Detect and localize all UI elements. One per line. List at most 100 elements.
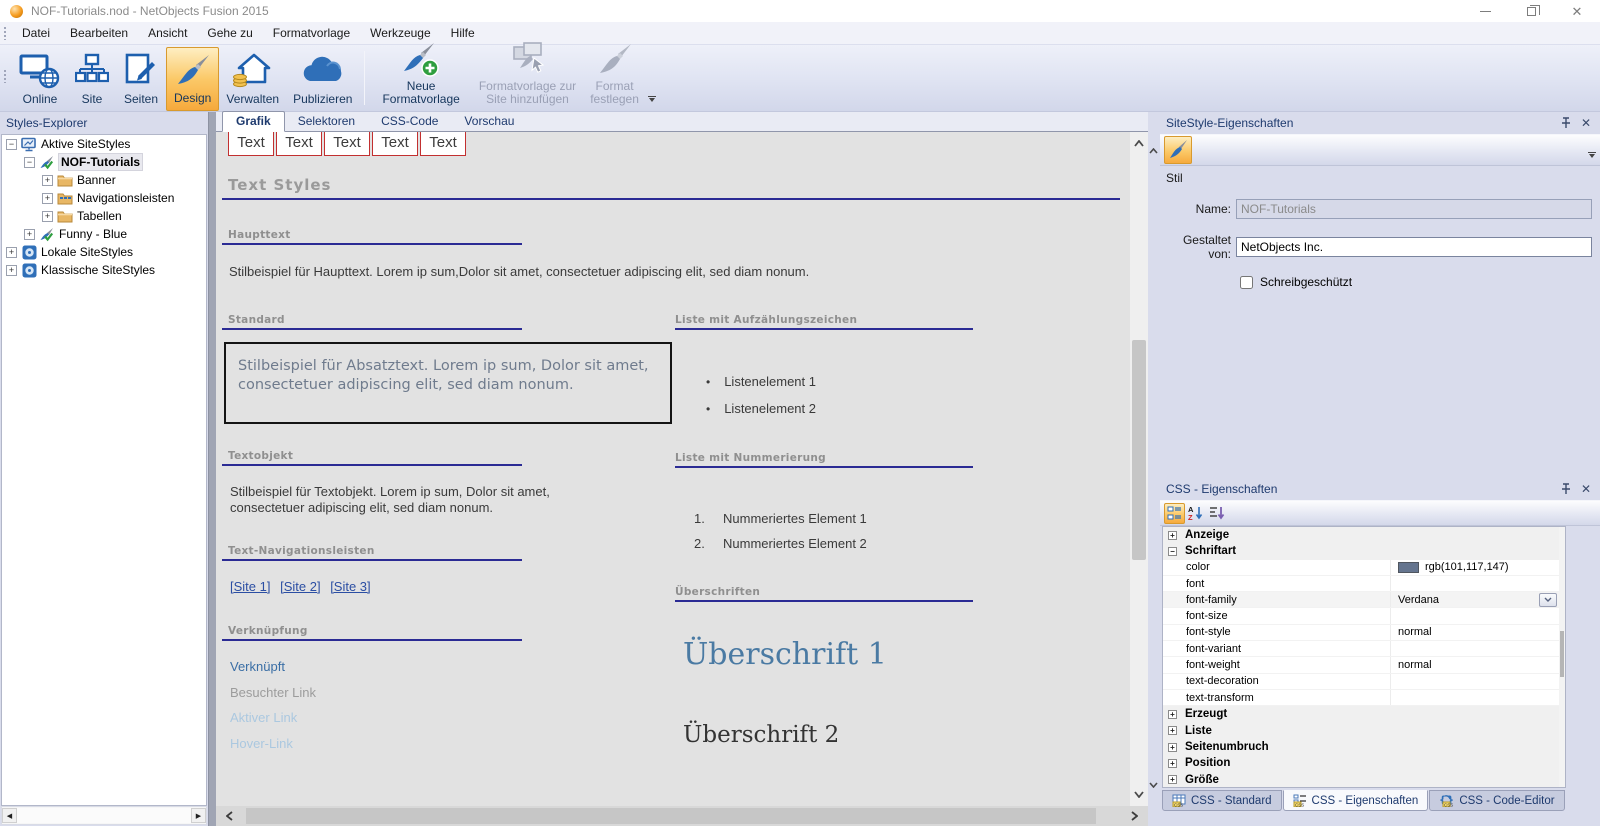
close-panel-icon[interactable]: ✕ (1578, 115, 1594, 131)
expand-icon[interactable] (6, 247, 17, 258)
menu-werkzeuge[interactable]: Werkzeuge (360, 23, 440, 43)
online-button[interactable]: Online (12, 47, 68, 111)
tab-selektoren[interactable]: Selektoren (285, 112, 368, 131)
expand-icon[interactable] (1168, 710, 1177, 719)
tree-item-aktive-sitestyles[interactable]: Aktive SiteStyles (2, 135, 206, 153)
property-value[interactable]: normal (1391, 657, 1565, 672)
expand-icon[interactable] (24, 229, 35, 240)
menu-ansicht[interactable]: Ansicht (138, 23, 197, 43)
panel-splitter[interactable] (208, 112, 216, 826)
category-row-seitenumbruch[interactable]: Seitenumbruch (1163, 739, 1565, 755)
collapse-icon[interactable] (6, 139, 17, 150)
nav-text-button[interactable]: Text (420, 132, 466, 156)
expand-icon[interactable] (1168, 726, 1177, 735)
expand-icon[interactable] (42, 175, 53, 186)
category-row-liste[interactable]: Liste (1163, 723, 1565, 739)
nav-text-button[interactable]: Text (276, 132, 322, 156)
expand-icon[interactable] (1168, 775, 1177, 784)
menu-gehe-zu[interactable]: Gehe zu (197, 23, 262, 43)
property-row-font-variant[interactable]: font-variant (1163, 641, 1565, 657)
site2-link[interactable]: [Site 2] (280, 579, 320, 594)
style-brush-button[interactable] (1164, 136, 1192, 164)
link-hover-sample[interactable]: Hover-Link (230, 736, 293, 751)
categorized-view-button[interactable] (1164, 503, 1185, 524)
expand-icon[interactable] (1168, 743, 1177, 752)
scroll-track[interactable] (17, 808, 191, 823)
scroll-right-icon[interactable]: ▶ (191, 808, 206, 823)
tree-item-lokale-sitestyles[interactable]: Lokale SiteStyles (2, 243, 206, 261)
link-normal-sample[interactable]: Verknüpft (230, 659, 285, 674)
expand-icon[interactable] (1168, 531, 1177, 540)
collapse-icon[interactable] (1168, 547, 1177, 556)
neue-formatvorlage-button[interactable]: Neue Formatvorlage (370, 47, 471, 111)
collapse-down-icon[interactable] (1149, 782, 1158, 788)
grid-scroll-thumb[interactable] (1560, 631, 1564, 677)
menu-bearbeiten[interactable]: Bearbeiten (60, 23, 138, 43)
menu-datei[interactable]: Datei (12, 23, 60, 43)
readonly-checkbox[interactable] (1240, 276, 1253, 289)
haupttext-sample[interactable]: Stilbeispiel für Haupttext. Lorem ip sum… (229, 264, 929, 279)
property-row-font-weight[interactable]: font-weight normal (1163, 657, 1565, 673)
site3-link[interactable]: [Site 3] (330, 579, 370, 594)
category-row-erzeugt[interactable]: Erzeugt (1163, 706, 1565, 722)
scroll-left-icon[interactable]: ◀ (2, 808, 17, 823)
property-value[interactable] (1391, 608, 1565, 623)
expand-icon[interactable] (42, 211, 53, 222)
tab-grafik[interactable]: Grafik (222, 111, 285, 132)
absatztext-sample-box[interactable]: Stilbeispiel für Absatztext. Lorem ip su… (224, 342, 672, 424)
property-value[interactable]: rgb(101,117,147) (1425, 561, 1509, 573)
tab-css-standard[interactable]: CSS CSS - Standard (1162, 790, 1282, 811)
tab-css-eigenschaften[interactable]: CSS CSS - Eigenschaften (1283, 790, 1429, 811)
scroll-up-icon[interactable] (1134, 140, 1144, 147)
menu-formatvorlage[interactable]: Formatvorlage (263, 23, 360, 43)
link-active-sample[interactable]: Aktiver Link (230, 710, 297, 725)
bullet-list-item[interactable]: Listenelement 2 (706, 401, 816, 416)
site-button[interactable]: Site (68, 47, 116, 111)
expand-icon[interactable] (1168, 759, 1177, 768)
close-panel-icon[interactable]: ✕ (1578, 481, 1594, 497)
horizontal-scroll-thumb[interactable] (246, 808, 1096, 824)
property-value[interactable]: Verdana (1398, 594, 1439, 606)
category-row-position[interactable]: Position (1163, 755, 1565, 771)
sort-alphabetical-button[interactable]: AZ (1185, 503, 1206, 524)
tree-item-funny-blue[interactable]: Funny - Blue (2, 225, 206, 243)
property-value[interactable]: normal (1391, 625, 1565, 640)
tree-item-banner[interactable]: Banner (2, 171, 206, 189)
scroll-down-icon[interactable] (1134, 791, 1144, 798)
nav-text-button[interactable]: Text (372, 132, 418, 156)
tab-vorschau[interactable]: Vorschau (451, 112, 527, 131)
category-row-anzeige[interactable]: Anzeige (1163, 527, 1565, 543)
property-row-font-size[interactable]: font-size (1163, 608, 1565, 624)
tree-item-klassische-sitestyles[interactable]: Klassische SiteStyles (2, 261, 206, 279)
bullet-list-item[interactable]: Listenelement 1 (706, 374, 816, 389)
grid-scrollbar[interactable] (1559, 527, 1565, 787)
property-value[interactable] (1391, 641, 1565, 656)
toolbar-overflow-button[interactable] (648, 96, 658, 105)
property-row-text-decoration[interactable]: text-decoration (1163, 674, 1565, 690)
tree-horizontal-scrollbar[interactable]: ◀ ▶ (1, 806, 207, 825)
textobjekt-sample[interactable]: Stilbeispiel für Textobjekt. Lorem ip su… (230, 484, 560, 516)
tab-css-code[interactable]: CSS-Code (368, 112, 451, 131)
heading2-sample[interactable]: Überschrift 2 (683, 722, 839, 748)
nav-text-button[interactable]: Text (324, 132, 370, 156)
tree-item-tabellen[interactable]: Tabellen (2, 207, 206, 225)
restore-button[interactable] (1508, 0, 1554, 22)
formatvorlage-zur-site-button[interactable]: Formatvorlage zur Site hinzufügen (472, 47, 583, 111)
property-row-font-style[interactable]: font-style normal (1163, 625, 1565, 641)
style-name-field[interactable] (1236, 199, 1592, 219)
property-row-color[interactable]: color rgb(101,117,147) (1163, 560, 1565, 576)
vertical-scroll-thumb[interactable] (1132, 340, 1146, 560)
tree-item-navigationsleisten[interactable]: Navigationsleisten (2, 189, 206, 207)
category-row-groesse[interactable]: Größe (1163, 771, 1565, 787)
collapse-icon[interactable] (24, 157, 35, 168)
collapse-up-icon[interactable] (1149, 148, 1158, 154)
seiten-button[interactable]: Seiten (116, 47, 166, 111)
publizieren-button[interactable]: Publizieren (286, 47, 359, 111)
property-row-font[interactable]: font (1163, 576, 1565, 592)
sort-order-button[interactable] (1206, 503, 1227, 524)
expand-icon[interactable] (6, 265, 17, 276)
canvas-vertical-scrollbar[interactable] (1130, 132, 1148, 806)
property-row-text-transform[interactable]: text-transform (1163, 690, 1565, 706)
tree-item-nof-tutorials[interactable]: NOF-Tutorials (2, 153, 206, 171)
minimize-button[interactable] (1462, 0, 1508, 22)
